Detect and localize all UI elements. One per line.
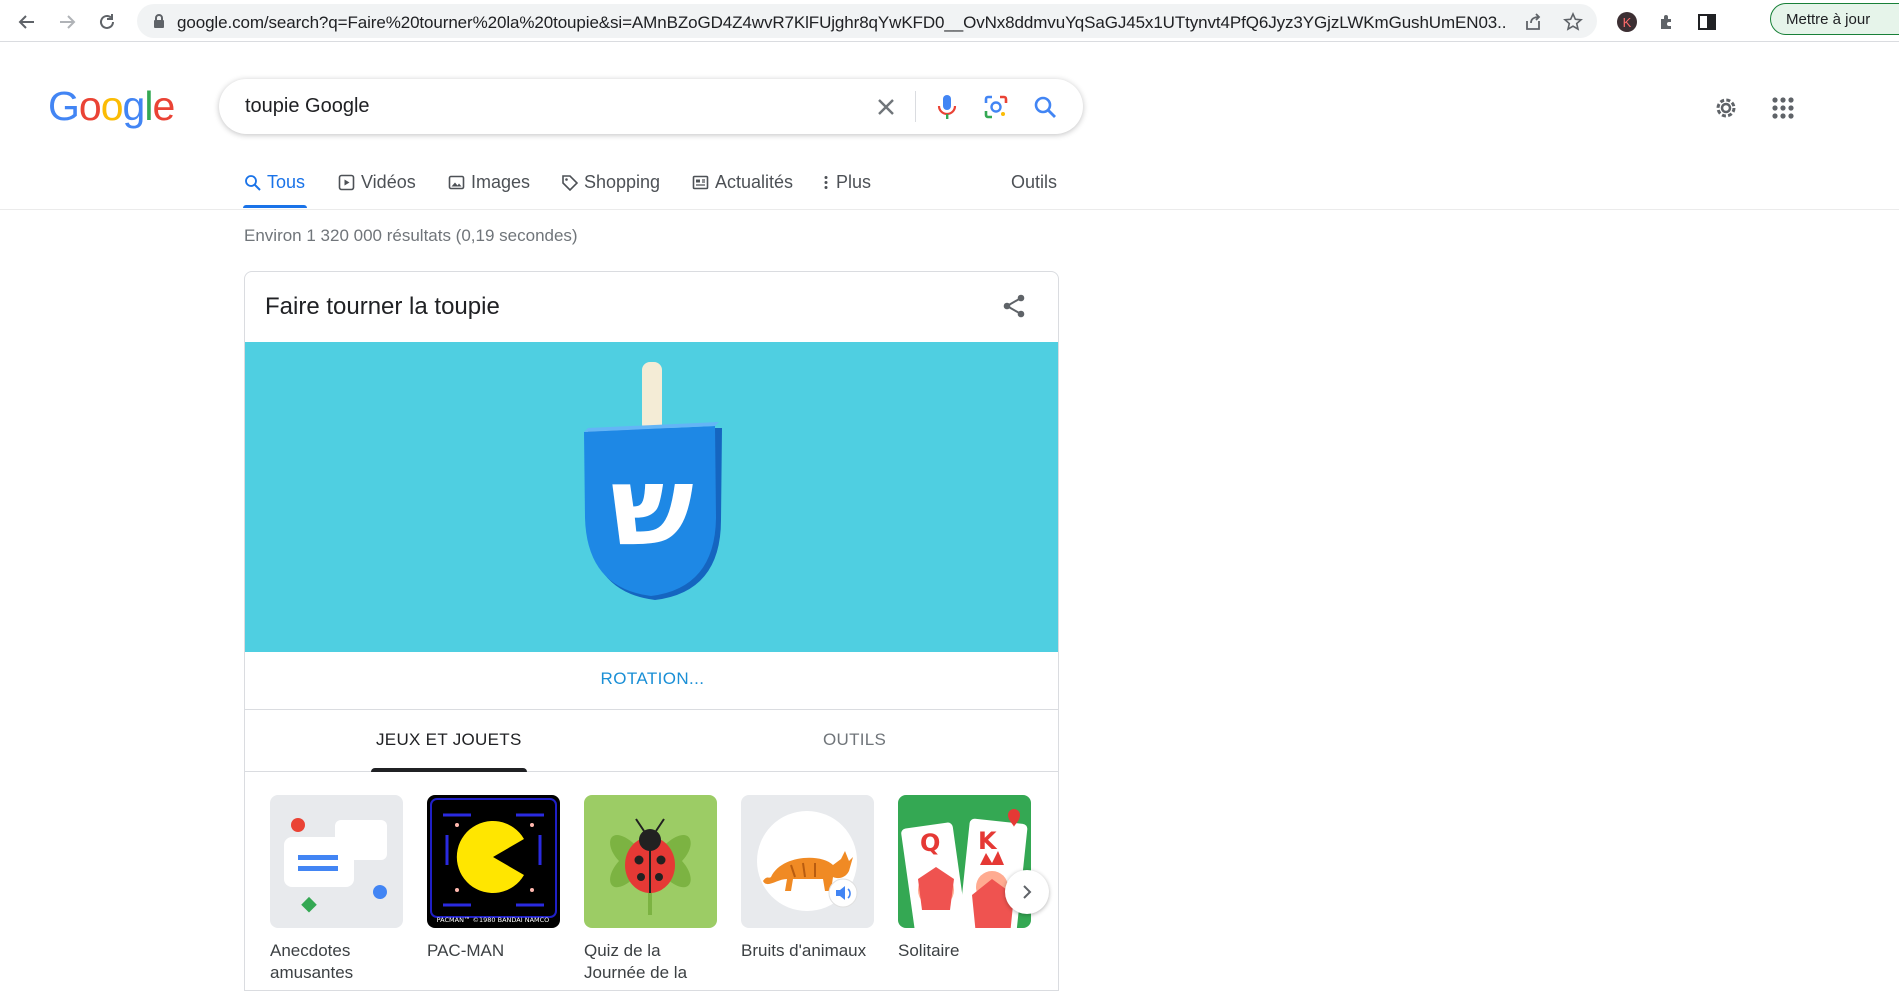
- tab-images[interactable]: Images: [448, 172, 530, 193]
- reload-icon[interactable]: [94, 9, 120, 35]
- search-icon: [245, 175, 261, 191]
- tile-pacman[interactable]: PACMAN™ ©1980 BANDAI NAMCO PAC-MAN: [427, 795, 561, 962]
- tile-quiz-label: Quiz de la Journée de la: [584, 941, 688, 982]
- profile-avatar-icon[interactable]: K: [1614, 9, 1640, 35]
- tab-tools[interactable]: OUTILS: [823, 730, 886, 750]
- apps-grid-icon[interactable]: [1767, 92, 1799, 124]
- lock-icon[interactable]: [153, 14, 165, 34]
- card-queen-letter: Q: [920, 829, 940, 857]
- carousel-next-button[interactable]: [1005, 870, 1049, 914]
- forward-icon[interactable]: [54, 9, 80, 35]
- search-input[interactable]: toupie Google: [245, 95, 370, 118]
- search-tabs: Tous Vidéos Images Shopping Actualités P…: [0, 160, 1899, 210]
- lens-search-icon[interactable]: [982, 93, 1010, 121]
- extensions-puzzle-icon[interactable]: [1654, 9, 1680, 35]
- search-divider: [915, 91, 916, 122]
- tab-shopping-label: Shopping: [584, 172, 661, 192]
- logo-letter: e: [152, 83, 175, 129]
- logo-letter: o: [100, 83, 124, 129]
- games-carousel: Anecdotes amusantes PACMAN™ ©1980 BANDAI…: [270, 795, 1058, 990]
- logo-letter: g: [122, 83, 146, 129]
- url-text[interactable]: google.com/search?q=Faire%20tourner%20la…: [177, 13, 1507, 33]
- card-title: Faire tourner la toupie: [265, 293, 500, 320]
- logo-letter: G: [48, 83, 80, 129]
- result-stats: Environ 1 320 000 résultats (0,19 second…: [244, 226, 578, 245]
- tab-images-label: Images: [471, 172, 531, 192]
- tile-fun-facts-label: Anecdotes amusantes: [270, 941, 354, 982]
- bookmark-star-icon[interactable]: [1563, 12, 1583, 32]
- card-king-letter: K: [978, 827, 998, 855]
- tab-shopping[interactable]: Shopping: [561, 172, 660, 193]
- active-category-indicator: [371, 768, 527, 772]
- profile-initial: K: [1617, 12, 1637, 32]
- share-page-icon[interactable]: [1523, 12, 1543, 32]
- browser-toolbar: google.com/search?q=Faire%20tourner%20la…: [0, 0, 1899, 42]
- tools-button[interactable]: Outils: [1011, 172, 1057, 193]
- image-icon: [448, 175, 465, 190]
- tab-news[interactable]: Actualités: [692, 172, 793, 193]
- pacman-thumbnail: PACMAN™ ©1980 BANDAI NAMCO: [427, 795, 560, 928]
- tile-fun-facts[interactable]: Anecdotes amusantes: [270, 795, 404, 984]
- update-label: Mettre à jour: [1786, 11, 1871, 28]
- spinner-card: Faire tourner la toupie ש ROTATION... JE…: [244, 271, 1059, 991]
- chevron-right-icon: [1023, 885, 1032, 899]
- tile-animal-sounds[interactable]: Bruits d'animaux: [741, 795, 875, 962]
- address-bar[interactable]: google.com/search?q=Faire%20tourner%20la…: [137, 4, 1597, 38]
- google-logo[interactable]: Google: [48, 83, 175, 130]
- clear-search-icon[interactable]: [872, 93, 900, 121]
- voice-search-icon[interactable]: [933, 93, 961, 121]
- tab-games-toys[interactable]: JEUX ET JOUETS: [376, 730, 522, 750]
- spinner-canvas[interactable]: ש: [245, 342, 1059, 652]
- rotation-row: ROTATION...: [245, 652, 1058, 710]
- update-browser-button[interactable]: Mettre à jour: [1770, 3, 1899, 35]
- tab-videos-label: Vidéos: [361, 172, 416, 192]
- video-icon: [338, 174, 355, 191]
- tile-pacman-label: PAC-MAN: [427, 941, 505, 960]
- category-tabs: JEUX ET JOUETS OUTILS: [245, 710, 1058, 772]
- dreidel-letter: ש: [610, 442, 693, 570]
- tab-more-label: Plus: [836, 172, 872, 192]
- active-tab-indicator: [243, 205, 307, 208]
- dreidel-icon[interactable]: ש: [245, 342, 1059, 652]
- tag-icon: [562, 175, 578, 191]
- tab-all[interactable]: Tous: [244, 172, 305, 193]
- rotation-button[interactable]: ROTATION...: [601, 669, 705, 689]
- search-submit-icon[interactable]: [1031, 93, 1059, 121]
- tile-solitaire-label: Solitaire: [898, 941, 960, 960]
- tile-animal-sounds-label: Bruits d'animaux: [741, 941, 867, 960]
- logo-letter: o: [78, 83, 102, 129]
- animal-sounds-thumbnail: [741, 795, 874, 928]
- news-icon: [692, 175, 709, 190]
- tab-all-label: Tous: [267, 172, 306, 192]
- pacman-copyright: PACMAN™ ©1980 BANDAI NAMCO: [437, 916, 550, 924]
- tile-quiz[interactable]: Quiz de la Journée de la: [584, 795, 718, 984]
- fun-facts-thumbnail: [270, 795, 403, 928]
- tab-videos[interactable]: Vidéos: [338, 172, 416, 193]
- tab-more[interactable]: Plus: [822, 172, 871, 193]
- settings-gear-icon[interactable]: [1710, 92, 1742, 124]
- back-icon[interactable]: [14, 9, 40, 35]
- search-box[interactable]: toupie Google: [219, 79, 1083, 134]
- tab-news-label: Actualités: [715, 172, 794, 192]
- more-vert-icon: [824, 176, 828, 189]
- side-panel-icon[interactable]: [1694, 9, 1720, 35]
- share-icon[interactable]: [997, 289, 1031, 323]
- quiz-thumbnail: [584, 795, 717, 928]
